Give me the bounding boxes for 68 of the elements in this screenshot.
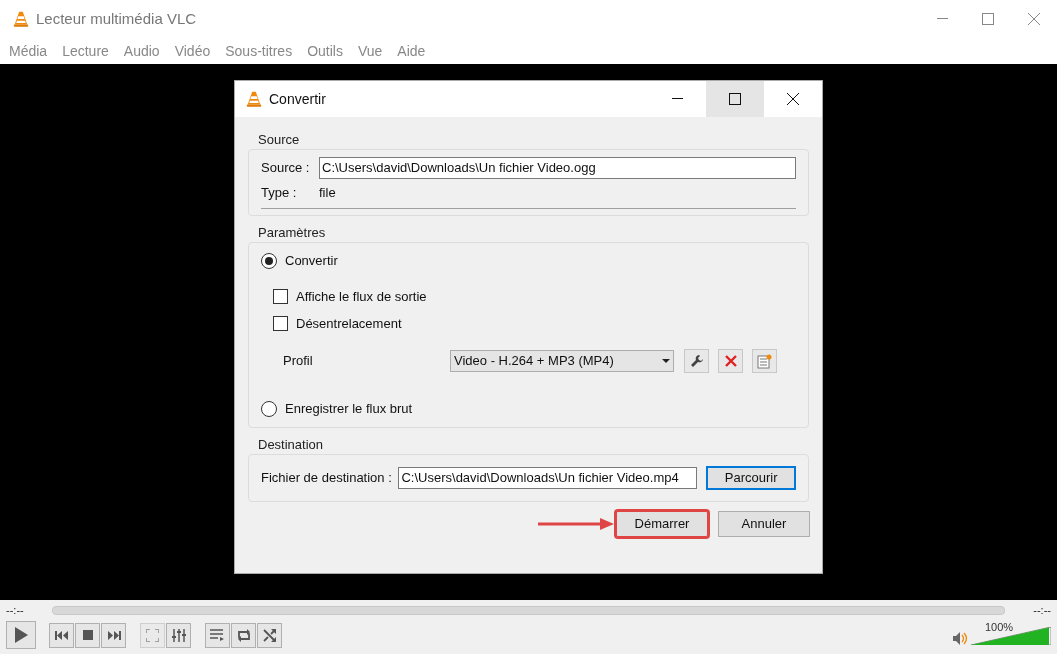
browse-button[interactable]: Parcourir	[706, 466, 796, 490]
type-label: Type :	[261, 184, 298, 203]
fullscreen-icon	[146, 628, 159, 642]
delete-profile-button[interactable]	[718, 349, 743, 373]
checkbox-label: Désentrelacement	[296, 314, 402, 333]
playlist-icon	[210, 629, 225, 641]
remaining-time: --:--	[1032, 602, 1051, 618]
checkbox[interactable]	[273, 289, 288, 304]
wrench-icon	[689, 354, 704, 368]
source-label: Source :	[261, 159, 311, 178]
menu-item[interactable]: Audio	[123, 40, 160, 62]
group-title: Destination	[257, 436, 325, 454]
radio-label: Convertir	[285, 252, 338, 271]
menu-item[interactable]: Sous-titres	[225, 40, 293, 62]
checkbox[interactable]	[273, 316, 288, 331]
playlist-button[interactable]	[205, 622, 230, 648]
shuffle-button[interactable]	[257, 622, 282, 648]
menu-item[interactable]: Vue	[357, 40, 383, 62]
radio-button[interactable]	[261, 253, 277, 269]
previous-icon	[54, 630, 69, 640]
type-value: file	[319, 184, 336, 203]
speaker-icon[interactable]	[953, 632, 967, 645]
group-title: Source	[257, 131, 301, 149]
vlc-cone-icon	[245, 90, 263, 108]
dialog-button[interactable]: Annuler	[718, 511, 810, 537]
vlc-cone-icon	[12, 10, 30, 28]
next-button[interactable]	[101, 622, 126, 648]
menu-item[interactable]: Outils	[307, 40, 343, 62]
new-list-icon	[757, 353, 772, 369]
stop-icon	[82, 630, 93, 640]
play-button[interactable]	[6, 621, 36, 649]
maximize-icon	[729, 93, 741, 105]
profile-label: Profil	[283, 352, 314, 371]
window-title: Lecteur multimédia VLC	[36, 8, 197, 29]
delete-icon	[724, 355, 737, 367]
menu-item[interactable]: Vidéo	[174, 40, 211, 62]
menu-item[interactable]: Lecture	[62, 40, 109, 62]
caret-icon	[662, 359, 670, 363]
dialog-title: Convertir	[269, 89, 326, 109]
volume-reading: 100%	[985, 620, 1014, 635]
loop-button[interactable]	[231, 622, 256, 648]
elapsed-time: --:--	[6, 602, 25, 618]
loop-icon	[235, 628, 252, 642]
minimize-icon	[936, 18, 948, 20]
minimize-icon	[671, 98, 683, 100]
previous-button[interactable]	[49, 622, 74, 648]
dialog-button[interactable]: Démarrer	[616, 511, 708, 537]
source-field[interactable]: C:\Users\david\Downloads\Un fichier Video.ogg	[319, 157, 796, 179]
checkbox-label: Affiche le flux de sortie	[296, 287, 427, 306]
maximize-button[interactable]	[706, 81, 764, 117]
radio-label: Enregistrer le flux brut	[285, 400, 413, 419]
stop-button[interactable]	[75, 622, 100, 648]
menu-item[interactable]: Média	[9, 40, 48, 62]
menu-item[interactable]: Aide	[397, 40, 426, 62]
close-icon	[1028, 13, 1040, 25]
next-icon	[106, 630, 121, 640]
radio-button[interactable]	[261, 401, 277, 417]
edit-profile-button[interactable]	[684, 349, 709, 373]
group-title: Paramètres	[257, 224, 327, 242]
close-icon	[787, 93, 799, 105]
equalizer-button[interactable]	[166, 622, 191, 648]
sliders-icon	[171, 628, 186, 642]
shuffle-icon	[262, 628, 277, 642]
destination-field[interactable]: C:\Users\david\Downloads\Un fichier Video.mp4	[398, 467, 698, 489]
profile-dropdown[interactable]: Video - H.264 + MP3 (MP4)	[450, 350, 674, 372]
play-icon	[14, 627, 28, 643]
destination-label: Fichier de destination :	[261, 469, 393, 488]
maximize-icon	[982, 13, 994, 25]
